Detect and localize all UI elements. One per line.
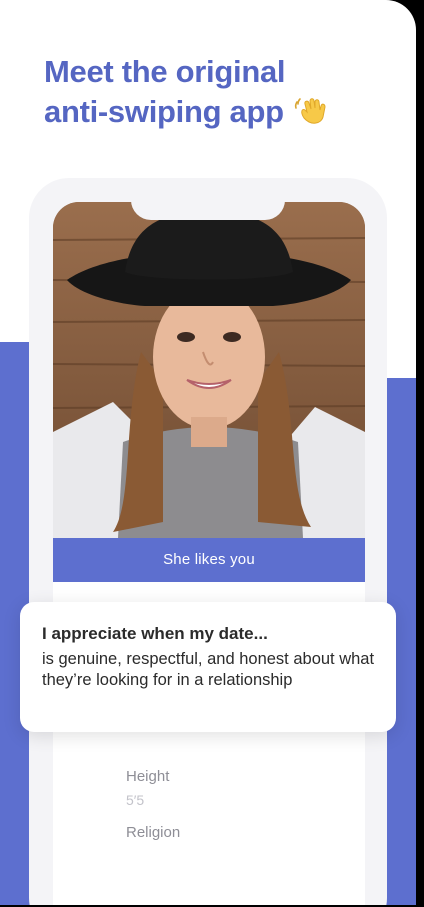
she-likes-you-bar[interactable]: She likes you bbox=[53, 538, 365, 582]
phone-notch bbox=[131, 190, 285, 220]
prompt-answer: is genuine, respectful, and honest about… bbox=[42, 650, 375, 689]
profile-photo[interactable] bbox=[53, 202, 365, 538]
height-value: 5′5 bbox=[126, 792, 145, 808]
profile-photo-illustration bbox=[53, 202, 365, 538]
app-store-screenshot: Meet the original anti-swiping app She l… bbox=[0, 0, 416, 905]
height-label: Height bbox=[126, 768, 170, 785]
waving-hand-icon bbox=[294, 98, 326, 124]
prompt-card[interactable]: I appreciate when my date... is genuine,… bbox=[20, 602, 396, 732]
headline-line-1: Meet the original bbox=[44, 54, 286, 89]
religion-label: Religion bbox=[126, 824, 181, 841]
phone-screen: She likes you Height 5′5 Religion bbox=[53, 202, 365, 905]
prompt-title: I appreciate when my date... bbox=[42, 624, 268, 643]
headline: Meet the original anti-swiping app bbox=[44, 52, 404, 132]
headline-line-2: anti-swiping app bbox=[44, 94, 284, 129]
